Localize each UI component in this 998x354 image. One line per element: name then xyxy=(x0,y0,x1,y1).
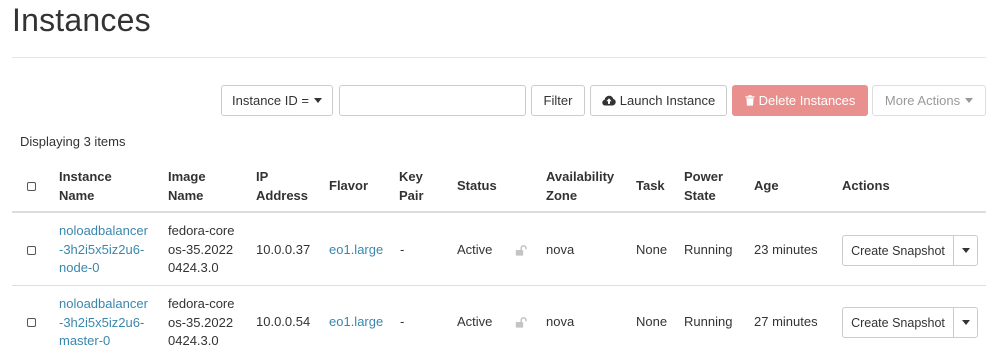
availability-zone: nova xyxy=(546,242,575,257)
availability-zone: nova xyxy=(546,314,575,329)
create-snapshot-label: Create Snapshot xyxy=(851,243,945,258)
caret-down-icon xyxy=(961,248,970,253)
column-header-image[interactable]: Image Name xyxy=(168,167,206,205)
ip-address: 10.0.0.37 xyxy=(256,242,311,257)
more-actions-label: More Actions xyxy=(884,93,961,108)
select-all-checkbox[interactable] xyxy=(27,182,36,191)
filter-field-dropdown[interactable]: Instance ID = xyxy=(221,85,333,116)
image-name: fedora-core os-35.2022 0424.3.0 xyxy=(168,296,235,348)
column-header-name[interactable]: Instance Name xyxy=(59,167,112,205)
launch-instance-label: Launch Instance xyxy=(619,93,716,108)
title-divider xyxy=(12,57,986,58)
caret-down-icon xyxy=(961,320,970,325)
age-text: 27 minutes xyxy=(754,314,818,329)
column-header-status[interactable]: Status xyxy=(457,176,497,195)
unlocked-icon xyxy=(515,244,527,259)
page-title: Instances xyxy=(12,2,151,38)
key-pair: - xyxy=(400,242,405,257)
column-header-power[interactable]: Power State xyxy=(684,167,723,205)
power-state: Running xyxy=(684,242,733,257)
column-header-ip[interactable]: IP Address xyxy=(256,167,308,205)
column-header-flavor[interactable]: Flavor xyxy=(329,176,368,195)
caret-down-icon xyxy=(965,98,974,103)
instance-name-link[interactable]: noloadbalancer -3h2i5x5iz2u6- node-0 xyxy=(59,222,148,278)
create-snapshot-button[interactable]: Create Snapshot xyxy=(842,307,954,338)
row-checkbox[interactable] xyxy=(27,246,36,255)
power-state: Running xyxy=(684,314,733,329)
flavor-link[interactable]: eo1.large xyxy=(329,241,383,260)
more-actions-dropdown[interactable]: More Actions xyxy=(872,85,986,116)
delete-instances-button[interactable]: Delete Instances xyxy=(732,85,868,116)
column-header-zone[interactable]: Availability Zone xyxy=(546,167,614,205)
row-actions-toggle[interactable] xyxy=(953,307,978,338)
cloud-upload-icon xyxy=(602,95,616,106)
status-text: Active xyxy=(457,314,493,329)
column-header-task[interactable]: Task xyxy=(636,176,665,195)
create-snapshot-label: Create Snapshot xyxy=(851,315,945,330)
ip-address: 10.0.0.54 xyxy=(256,314,311,329)
delete-instances-label: Delete Instances xyxy=(758,93,856,108)
column-header-age[interactable]: Age xyxy=(754,176,779,195)
search-input[interactable] xyxy=(339,85,526,116)
filter-field-label: Instance ID = xyxy=(232,93,309,108)
filter-button[interactable]: Filter xyxy=(531,85,585,116)
row-divider xyxy=(12,285,986,286)
status-text: Active xyxy=(457,242,493,257)
unlocked-icon xyxy=(515,316,527,331)
key-pair: - xyxy=(400,314,405,329)
image-name: fedora-core os-35.2022 0424.3.0 xyxy=(168,223,235,275)
row-actions-toggle[interactable] xyxy=(953,235,978,266)
column-header-keypair[interactable]: Key Pair xyxy=(399,167,424,205)
column-header-actions: Actions xyxy=(842,178,890,193)
launch-instance-button[interactable]: Launch Instance xyxy=(590,85,727,116)
row-checkbox[interactable] xyxy=(27,318,36,327)
task-text: None xyxy=(636,314,668,329)
age-text: 23 minutes xyxy=(754,242,818,257)
create-snapshot-button[interactable]: Create Snapshot xyxy=(842,235,954,266)
caret-down-icon xyxy=(313,98,322,103)
header-divider xyxy=(12,211,986,213)
filter-button-label: Filter xyxy=(543,93,573,108)
trash-icon xyxy=(745,95,755,106)
task-text: None xyxy=(636,242,668,257)
instance-name-link[interactable]: noloadbalancer -3h2i5x5iz2u6- master-0 xyxy=(59,295,148,351)
item-count: Displaying 3 items xyxy=(20,134,126,149)
flavor-link[interactable]: eo1.large xyxy=(329,313,383,332)
